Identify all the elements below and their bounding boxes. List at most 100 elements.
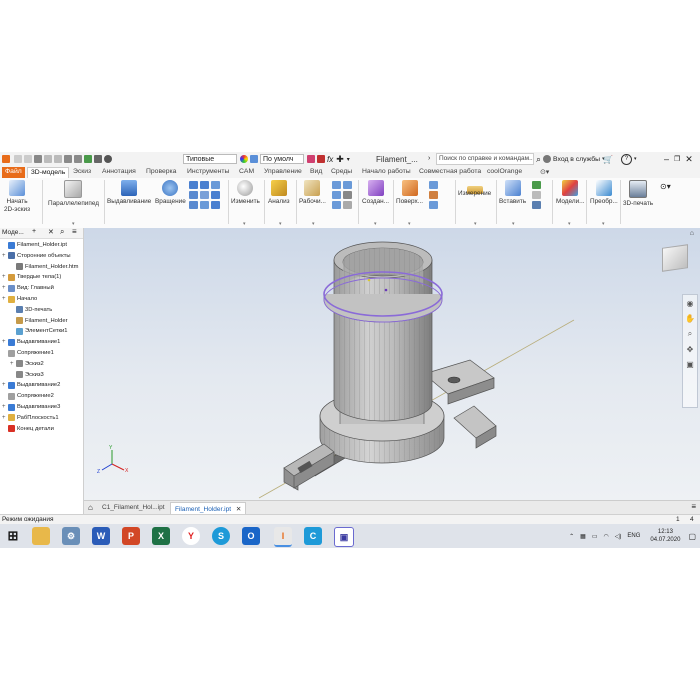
convert-button[interactable]: Преобр... xyxy=(590,180,618,205)
shell-icon[interactable] xyxy=(211,201,220,209)
home-icon[interactable] xyxy=(64,155,72,163)
modify-button[interactable]: Изменить xyxy=(231,180,260,205)
outlook-icon[interactable]: O xyxy=(242,527,260,545)
menu-icon[interactable]: ≡ xyxy=(72,227,77,236)
hole-icon[interactable] xyxy=(189,201,198,209)
chevron-down-icon[interactable]: ▾ xyxy=(568,221,571,227)
wifi-icon[interactable]: ◠ xyxy=(604,533,609,540)
tab-annotate[interactable]: Аннотация xyxy=(99,167,139,178)
patch-icon[interactable] xyxy=(429,181,438,189)
notifications-icon[interactable]: ▢ xyxy=(688,532,696,541)
inventor-taskbar-icon[interactable]: I xyxy=(274,527,292,547)
search-icon[interactable]: ⌕ xyxy=(536,154,541,165)
image-icon[interactable] xyxy=(532,201,541,209)
sketch-pattern-icon[interactable] xyxy=(343,191,352,199)
material-dropdown[interactable]: По умолч xyxy=(260,154,304,164)
pattern-icon[interactable] xyxy=(332,201,341,209)
chevron-down-icon[interactable]: ▾ xyxy=(408,221,411,227)
filament-holder-model[interactable]: Y X Z xyxy=(84,228,700,500)
excel-icon[interactable]: X xyxy=(152,527,170,545)
start-sketch-button[interactable]: Начать 2D-эскиз xyxy=(4,180,30,214)
signin-button[interactable]: Вход в службы xyxy=(553,156,600,163)
help-search-input[interactable]: Поиск по справке и командам... xyxy=(436,153,534,165)
tree-item[interactable]: Сопряжение1 xyxy=(2,348,54,358)
tab-get-started[interactable]: Начало работы xyxy=(359,167,414,178)
chevron-down-icon[interactable]: ▾ xyxy=(512,221,515,227)
tab-coolorange[interactable]: coolOrange xyxy=(484,167,525,178)
tree-item[interactable]: + Эскиз2 xyxy=(10,359,44,369)
close-icon[interactable]: ✕ xyxy=(48,228,54,236)
stitch-icon[interactable] xyxy=(429,191,438,199)
restore-icon[interactable]: ❐ xyxy=(674,155,680,163)
fx-icon[interactable]: fx xyxy=(327,155,333,164)
save-disk-icon[interactable]: ▣ xyxy=(334,527,354,547)
save-icon[interactable] xyxy=(34,155,42,163)
graphics-viewport[interactable]: Y X Z ⌂ ◉ ✋ ⌕ ✥ ▣ xyxy=(84,228,700,500)
close-icon[interactable]: ✕ xyxy=(236,506,241,513)
doc-tab-c1[interactable]: C1_Filament_Hol...ipt xyxy=(98,502,169,514)
tree-item[interactable]: Filament_Holder xyxy=(10,316,68,326)
insert-button[interactable]: Вставить xyxy=(499,180,526,205)
work-features-button[interactable]: Рабочи... xyxy=(299,180,326,205)
file-explorer-icon[interactable] xyxy=(32,527,50,545)
tab-cam[interactable]: CAM xyxy=(236,167,257,178)
model-state-button[interactable]: Модели... xyxy=(556,180,585,205)
menu-icon[interactable]: ≡ xyxy=(691,502,696,511)
select-icon[interactable] xyxy=(74,155,82,163)
undo-icon[interactable] xyxy=(44,155,52,163)
circ-pattern-icon[interactable] xyxy=(343,181,352,189)
redo-icon[interactable] xyxy=(54,155,62,163)
appearance-dropdown[interactable]: Типовые xyxy=(183,154,237,164)
tab-file[interactable]: Файл xyxy=(2,167,25,178)
extrude-button[interactable]: Выдавливание xyxy=(107,180,151,205)
tree-item[interactable]: Filament_Holder.htm xyxy=(10,262,78,272)
pan-icon[interactable]: ✋ xyxy=(685,314,695,323)
minimize-icon[interactable]: – xyxy=(664,154,669,164)
tab-extras-icon[interactable]: ⊙▾ xyxy=(537,167,552,178)
material-icon[interactable] xyxy=(250,155,258,163)
tree-item[interactable]: + Выдавливание3 xyxy=(2,402,60,412)
attach-icon[interactable] xyxy=(532,191,541,199)
update-icon[interactable] xyxy=(84,155,92,163)
tab-inspect[interactable]: Проверка xyxy=(143,167,179,178)
tab-manage[interactable]: Управление xyxy=(261,167,305,178)
skype-icon[interactable]: S xyxy=(212,527,230,545)
emboss-icon[interactable] xyxy=(189,191,198,199)
search-icon[interactable]: ⌕ xyxy=(60,227,64,237)
look-at-icon[interactable]: ▣ xyxy=(686,360,694,369)
windows-start-icon[interactable]: ⊞ xyxy=(4,527,22,545)
word-icon[interactable]: W xyxy=(92,527,110,545)
battery-icon[interactable]: ▭ xyxy=(592,533,598,540)
chevron-down-icon[interactable]: ▾ xyxy=(634,156,637,162)
tree-item[interactable]: 3D-печать xyxy=(10,305,52,315)
tree-item[interactable]: + РабПлоскость1 xyxy=(2,413,59,423)
mirror-icon[interactable] xyxy=(332,191,341,199)
derive-icon[interactable] xyxy=(211,191,220,199)
settings-gear-icon[interactable]: ⚙ xyxy=(62,527,80,545)
fillet-icon[interactable] xyxy=(200,201,209,209)
tab-3d-model[interactable]: 3D-модель xyxy=(27,167,70,178)
print3d-button[interactable]: 3D-печать xyxy=(623,180,653,207)
viewcube[interactable] xyxy=(662,244,688,272)
chevron-up-icon[interactable]: ⌃ xyxy=(569,533,574,540)
tree-item[interactable]: + Вид: Главный xyxy=(2,283,54,293)
tree-item[interactable]: + Выдавливание1 xyxy=(2,337,60,347)
cura-icon[interactable]: C xyxy=(304,527,322,545)
app-menu-button[interactable] xyxy=(2,153,12,165)
volume-icon[interactable]: ◁) xyxy=(615,533,622,540)
yandex-browser-icon[interactable]: Y xyxy=(182,527,200,545)
thicken-icon[interactable] xyxy=(429,201,438,209)
create-freeform-button[interactable]: Создан... xyxy=(362,180,389,205)
sweep-icon[interactable] xyxy=(189,181,198,189)
analyze-button[interactable]: Анализ xyxy=(268,180,290,205)
tree-item[interactable]: Сопряжение2 xyxy=(2,391,54,401)
tree-item[interactable]: Filament_Holder.ipt xyxy=(2,240,67,250)
tree-item[interactable]: Конец детали xyxy=(2,424,54,434)
chevron-down-icon[interactable]: ▾ xyxy=(243,221,246,227)
color-wheel-icon[interactable] xyxy=(240,155,248,163)
box-button[interactable]: Параллелепипед xyxy=(48,180,99,207)
plus-icon[interactable]: ✚ xyxy=(336,154,344,165)
surface-button[interactable]: Поверх... xyxy=(396,180,423,205)
chevron-down-icon[interactable]: ▾ xyxy=(602,221,605,227)
tab-sketch[interactable]: Эскиз xyxy=(70,167,94,178)
